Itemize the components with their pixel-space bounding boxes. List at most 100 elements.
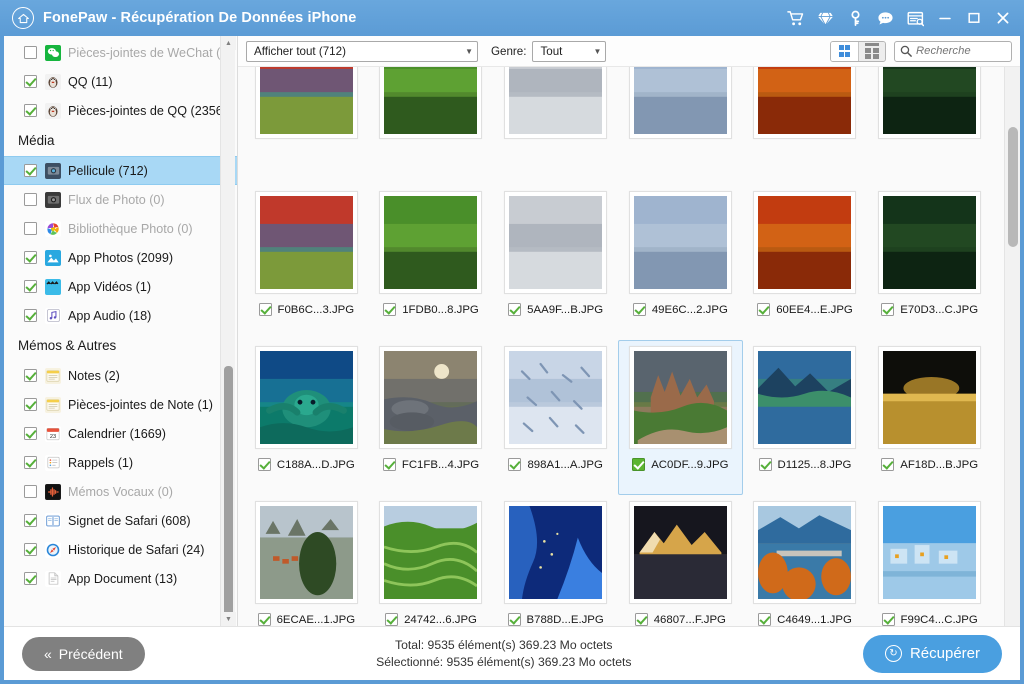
sidebar-item-app-vid-os-1[interactable]: App Vidéos (1) [4,272,237,301]
recover-button[interactable]: ↻ Récupérer [863,635,1002,673]
search-input[interactable] [916,45,1008,57]
search-box[interactable] [894,41,1012,62]
thumbnail-cell[interactable]: E70D3...C.JPG [867,185,992,340]
sidebar-item-checkbox[interactable] [24,456,37,469]
sidebar-item-calendrier-1669[interactable]: 23Calendrier (1669) [4,419,237,448]
sidebar-item-checkbox[interactable] [24,398,37,411]
grid-scroll-thumb[interactable] [1008,127,1018,247]
thumbnail-cell[interactable]: 1FDB0...8.JPG [369,185,494,340]
genre-dropdown[interactable]: Tout ▼ [532,41,606,62]
grid-view-button[interactable] [831,42,858,61]
sidebar-item-checkbox[interactable] [24,514,37,527]
sidebar-item-pi-ces-jointes-de-note-1[interactable]: Pièces-jointes de Note (1) [4,390,237,419]
cart-icon[interactable] [787,10,804,27]
thumbnail-image[interactable] [878,501,981,604]
sidebar-item-checkbox[interactable] [24,251,37,264]
thumbnail-image[interactable] [753,346,856,449]
thumbnail-cell[interactable]: 46807...F.JPG [618,495,743,626]
thumbnail-image[interactable] [255,501,358,604]
thumbnail-checkbox[interactable] [881,303,894,316]
chat-icon[interactable] [877,10,894,27]
diamond-icon[interactable] [817,10,834,27]
sidebar-item-notes-2[interactable]: Notes (2) [4,361,237,390]
thumbnail-image[interactable] [379,346,482,449]
thumbnail-cell[interactable]: AC0DF...9.JPG [618,340,743,495]
thumbnail-cell[interactable]: F0B6C...3.JPG [244,185,369,340]
sidebar-item-pi-ces-jointes-de-wechat-0[interactable]: Pièces-jointes de WeChat (0) [4,38,237,67]
thumbnail-checkbox[interactable] [508,458,521,471]
thumbnail-checkbox[interactable] [757,303,770,316]
thumbnail-checkbox[interactable] [759,458,772,471]
sidebar-item-checkbox[interactable] [24,309,37,322]
previous-button[interactable]: « Précédent [22,637,145,671]
sidebar-item-checkbox[interactable] [24,46,37,59]
thumbnail-checkbox[interactable] [383,303,396,316]
thumbnail-checkbox[interactable] [881,458,894,471]
list-view-button[interactable] [858,42,885,61]
sidebar-scroll-up-icon[interactable]: ▲ [221,36,236,50]
thumbnail-checkbox[interactable] [383,458,396,471]
thumbnail-cell[interactable] [244,67,369,185]
sidebar-item-pi-ces-jointes-de-qq-2356[interactable]: Pièces-jointes de QQ (2356) [4,96,237,125]
key-icon[interactable] [847,10,864,27]
sidebar-item-app-photos-2099[interactable]: App Photos (2099) [4,243,237,272]
thumbnail-cell[interactable]: 49E6C...2.JPG [618,185,743,340]
home-icon[interactable] [12,7,34,29]
thumbnail-image[interactable] [878,346,981,449]
sidebar-item-checkbox[interactable] [24,369,37,382]
thumbnail-image[interactable] [629,501,732,604]
thumbnail-cell[interactable] [867,67,992,185]
thumbnail-checkbox[interactable] [259,303,272,316]
sidebar-item-qq-11[interactable]: QQ (11) [4,67,237,96]
thumbnail-cell[interactable]: B788D...E.JPG [493,495,618,626]
thumbnail-image[interactable] [504,191,607,294]
thumbnail-image[interactable] [753,67,856,139]
thumbnail-cell[interactable] [743,67,868,185]
grid-scrollbar[interactable] [1004,67,1020,626]
thumbnail-cell[interactable]: 60EE4...E.JPG [743,185,868,340]
minimize-button[interactable] [938,11,952,25]
sidebar-item-checkbox[interactable] [24,572,37,585]
thumbnail-image[interactable] [629,191,732,294]
sidebar-item-checkbox[interactable] [24,193,37,206]
sidebar-item-m-mos-vocaux-0[interactable]: Mémos Vocaux (0) [4,477,237,506]
thumbnail-checkbox[interactable] [258,613,271,626]
thumbnail-checkbox[interactable] [758,613,771,626]
thumbnail-cell[interactable] [493,67,618,185]
sidebar-item-flux-de-photo-0[interactable]: Flux de Photo (0) [4,185,237,214]
filter-dropdown[interactable]: Afficher tout (712) ▼ [246,41,478,62]
sidebar-item-checkbox[interactable] [24,280,37,293]
sidebar-item-checkbox[interactable] [24,104,37,117]
thumbnail-image[interactable] [255,191,358,294]
thumbnail-image[interactable] [878,191,981,294]
thumbnail-cell[interactable]: 6ECAE...1.JPG [244,495,369,626]
thumbnail-checkbox[interactable] [508,613,521,626]
thumbnail-image[interactable] [504,346,607,449]
thumbnail-cell[interactable]: C188A...D.JPG [244,340,369,495]
thumbnail-checkbox[interactable] [882,613,895,626]
maximize-button[interactable] [967,11,981,25]
sidebar-item-checkbox[interactable] [24,427,37,440]
thumbnail-cell[interactable]: F99C4...C.JPG [867,495,992,626]
thumbnail-image[interactable] [255,346,358,449]
sidebar-scroll-down-icon[interactable]: ▼ [221,612,236,626]
thumbnail-cell[interactable]: 5AA9F...B.JPG [493,185,618,340]
sidebar-item-checkbox[interactable] [24,485,37,498]
thumbnail-image[interactable] [878,67,981,139]
sidebar-item-checkbox[interactable] [24,543,37,556]
thumbnail-cell[interactable] [618,67,743,185]
thumbnail-checkbox[interactable] [385,613,398,626]
thumbnail-image[interactable] [629,67,732,139]
thumbnail-image[interactable] [255,67,358,139]
thumbnail-image[interactable] [379,191,482,294]
sidebar-item-pellicule-712[interactable]: Pellicule (712) [4,156,237,185]
thumbnail-checkbox[interactable] [258,458,271,471]
sidebar-scrollbar[interactable]: ▲ ▼ [220,36,235,626]
thumbnail-image[interactable] [629,346,732,449]
sidebar-item-rappels-1[interactable]: Rappels (1) [4,448,237,477]
thumbnail-cell[interactable]: 898A1...A.JPG [493,340,618,495]
thumbnail-image[interactable] [504,67,607,139]
thumbnail-checkbox[interactable] [633,303,646,316]
thumbnail-checkbox[interactable] [635,613,648,626]
sidebar-item-checkbox[interactable] [24,75,37,88]
